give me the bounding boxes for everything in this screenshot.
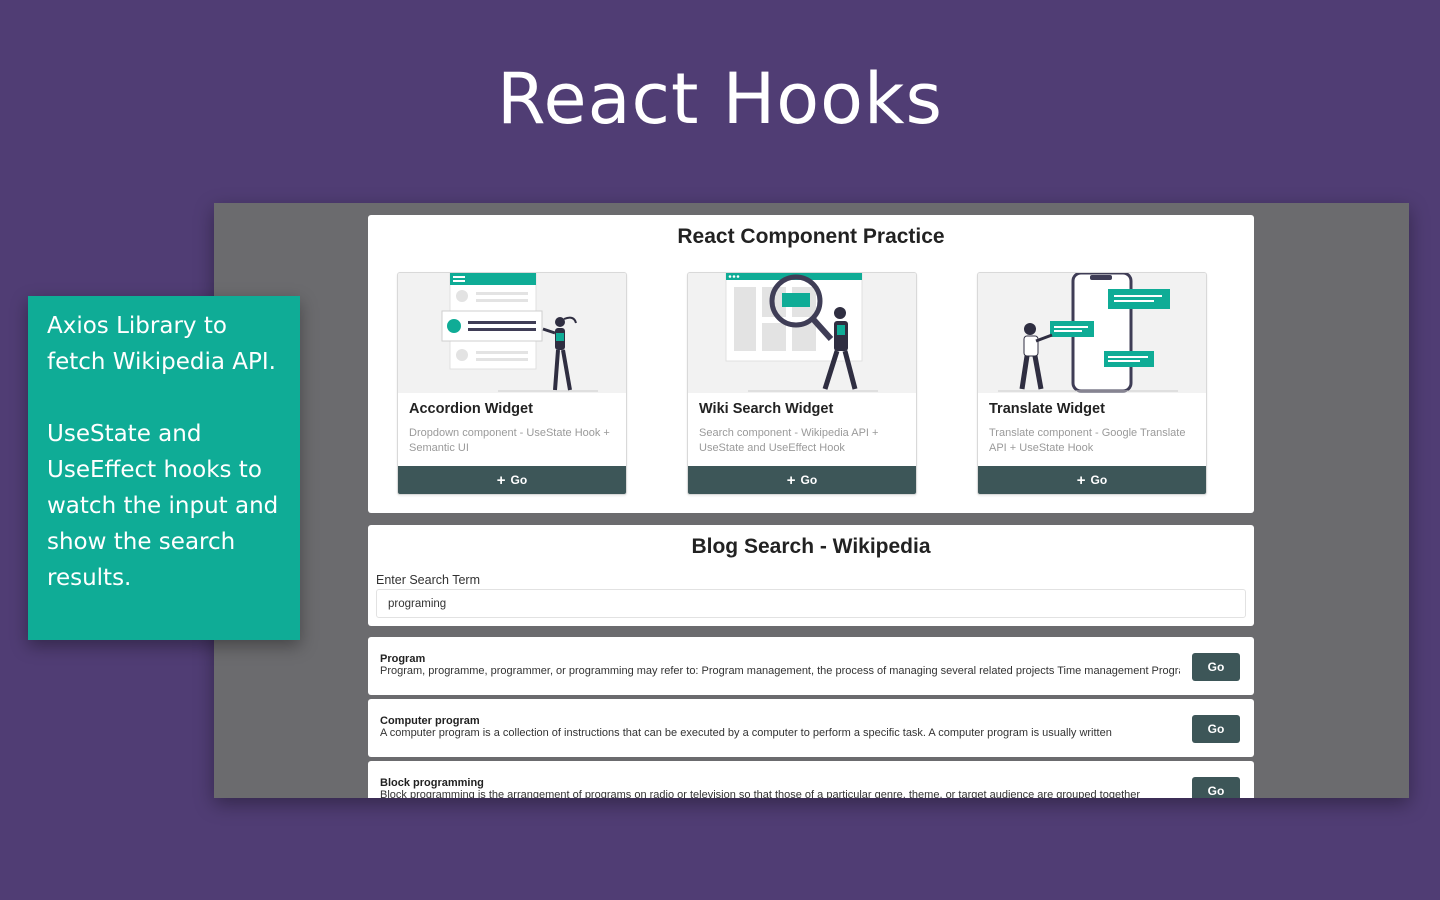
translate-widget-card: Translate Widget Translate component - G… — [977, 272, 1207, 495]
accordion-go-button[interactable]: + Go — [398, 466, 626, 494]
result-title: Program — [380, 653, 426, 665]
result-item: Program Program, programme, programmer, … — [368, 637, 1254, 695]
component-practice-panel: React Component Practice Accordion Widge… — [368, 215, 1254, 513]
result-title: Block programming — [380, 777, 484, 789]
result-go-button[interactable]: Go — [1192, 653, 1240, 681]
card-description: Search component - Wikipedia API + UseSt… — [699, 427, 879, 454]
result-go-button[interactable]: Go — [1192, 715, 1240, 743]
result-snippet: A computer program is a collection of in… — [380, 727, 1112, 739]
search-input[interactable] — [376, 589, 1246, 618]
go-label: Go — [1090, 473, 1108, 487]
plus-icon: + — [496, 471, 506, 489]
result-title: Computer program — [380, 715, 480, 727]
search-label: Enter Search Term — [376, 573, 480, 587]
go-label: Go — [800, 473, 818, 487]
accordion-illustration — [398, 273, 626, 393]
result-snippet: Block programming is the arrangement of … — [380, 789, 1141, 798]
callout-paragraph: Axios Library to fetch Wikipedia API. — [47, 313, 276, 375]
result-go-button[interactable]: Go — [1192, 777, 1240, 798]
wiki-search-illustration — [688, 273, 916, 393]
card-title: Translate Widget — [989, 401, 1105, 417]
app-screenshot: React Component Practice Accordion Widge… — [214, 203, 1409, 798]
result-item: Block programming Block programming is t… — [368, 761, 1254, 798]
plus-icon: + — [1076, 471, 1086, 489]
result-item: Computer program A computer program is a… — [368, 699, 1254, 757]
search-title: Blog Search - Wikipedia — [691, 535, 931, 558]
practice-title: React Component Practice — [677, 225, 945, 248]
plus-icon: + — [786, 471, 796, 489]
card-title: Wiki Search Widget — [699, 401, 834, 417]
wiki-search-go-button[interactable]: + Go — [688, 466, 916, 494]
callout-paragraph: UseState and UseEffect hooks to watch th… — [47, 421, 279, 591]
card-description: Dropdown component - UseState Hook + Sem… — [409, 427, 610, 454]
blog-search-panel: Blog Search - Wikipedia Enter Search Ter… — [368, 525, 1254, 626]
card-title: Accordion Widget — [409, 401, 533, 417]
wiki-search-widget-card: Wiki Search Widget Search component - Wi… — [687, 272, 917, 495]
translate-illustration — [978, 273, 1206, 393]
hero-title: React Hooks — [497, 58, 943, 140]
feature-callout: Axios Library to fetch Wikipedia API. Us… — [28, 296, 300, 640]
card-description: Translate component - Google Translate A… — [989, 427, 1186, 454]
accordion-widget-card: Accordion Widget Dropdown component - Us… — [397, 272, 627, 495]
go-label: Go — [510, 473, 528, 487]
translate-go-button[interactable]: + Go — [978, 466, 1206, 494]
result-snippet: Program, programme, programmer, or progr… — [380, 665, 1180, 677]
